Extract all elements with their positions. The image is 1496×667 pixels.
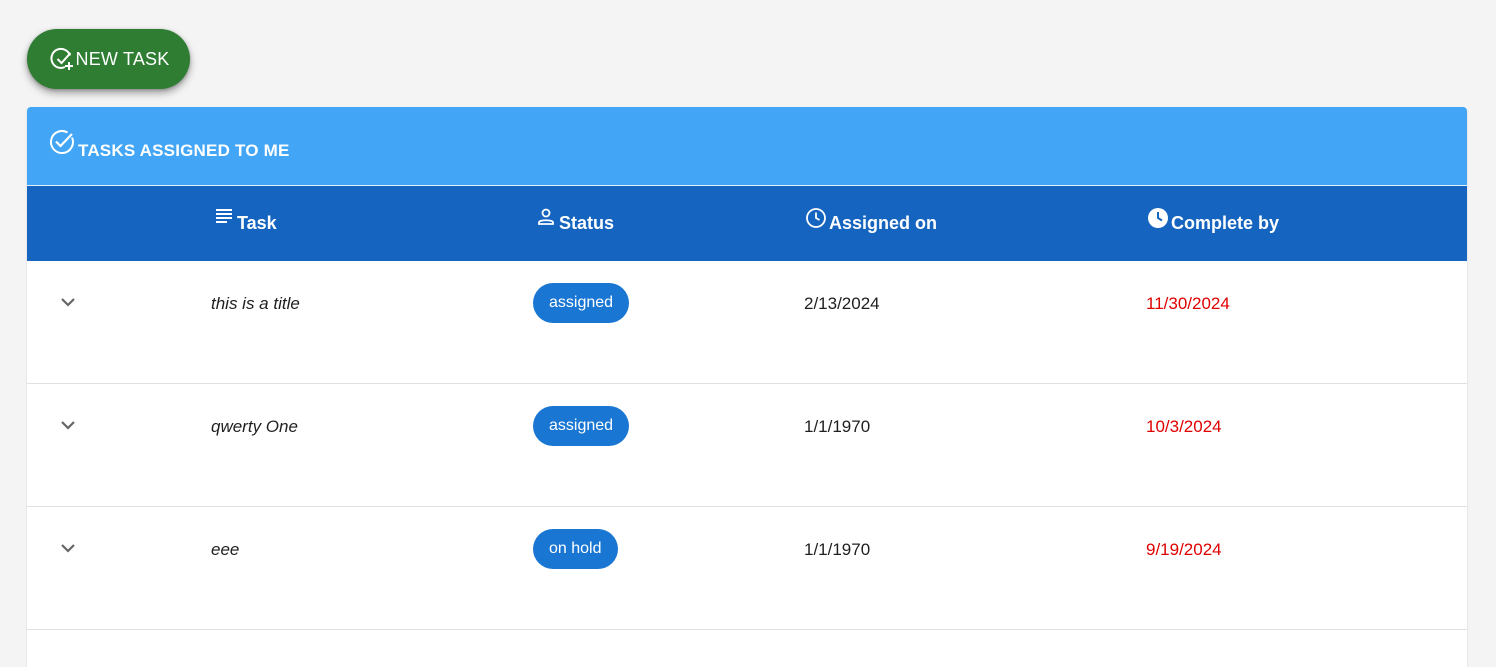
- check-circle-icon: [48, 128, 76, 156]
- chevron-down-icon[interactable]: [57, 537, 79, 559]
- task-title: qwerty One: [211, 417, 298, 436]
- check-circle-plus-icon: [48, 44, 78, 74]
- complete-by-date: 10/3/2024: [1146, 417, 1222, 436]
- clock-filled-icon: [1147, 207, 1169, 229]
- column-header-label: Assigned on: [829, 213, 938, 233]
- assigned-on-date: 1/1/1970: [804, 417, 871, 436]
- tasks-panel: TASKS ASSIGNED TO ME Task Status Assigne…: [27, 107, 1467, 667]
- assigned-on-date: 1/1/1970: [804, 540, 871, 559]
- column-header-complete-by[interactable]: Complete by: [1147, 186, 1279, 261]
- table-row: qwerty One assigned 1/1/1970 10/3/2024: [27, 384, 1467, 507]
- column-header-task[interactable]: Task: [213, 186, 277, 261]
- status-badge: assigned: [533, 283, 630, 323]
- assigned-on-date: 2/13/2024: [804, 294, 880, 313]
- person-icon: [535, 207, 557, 229]
- column-header-status[interactable]: Status: [535, 186, 614, 261]
- status-badge: assigned: [533, 406, 630, 446]
- chevron-down-icon[interactable]: [57, 414, 79, 436]
- column-header-label: Complete by: [1171, 213, 1280, 233]
- column-header-label: Task: [237, 213, 277, 233]
- table-row: this is a title assigned 2/13/2024 11/30…: [27, 261, 1467, 384]
- table-header: Task Status Assigned on Complete by: [27, 186, 1467, 261]
- chevron-down-icon[interactable]: [57, 291, 79, 313]
- new-task-label: NEW TASK: [75, 48, 170, 69]
- panel-header: TASKS ASSIGNED TO ME: [27, 107, 1467, 186]
- column-header-assigned-on[interactable]: Assigned on: [805, 186, 937, 261]
- panel-title: TASKS ASSIGNED TO ME: [78, 141, 290, 160]
- task-title: eee: [211, 540, 240, 559]
- text-lines-icon: [213, 207, 235, 229]
- complete-by-date: 9/19/2024: [1146, 540, 1222, 559]
- status-badge: on hold: [533, 529, 618, 569]
- complete-by-date: 11/30/2024: [1146, 294, 1230, 313]
- task-title: this is a title: [211, 294, 300, 313]
- clock-outline-icon: [805, 207, 827, 229]
- table-row: eee on hold 1/1/1970 9/19/2024: [27, 507, 1467, 630]
- column-header-label: Status: [559, 213, 615, 233]
- new-task-button[interactable]: NEW TASK: [27, 29, 190, 89]
